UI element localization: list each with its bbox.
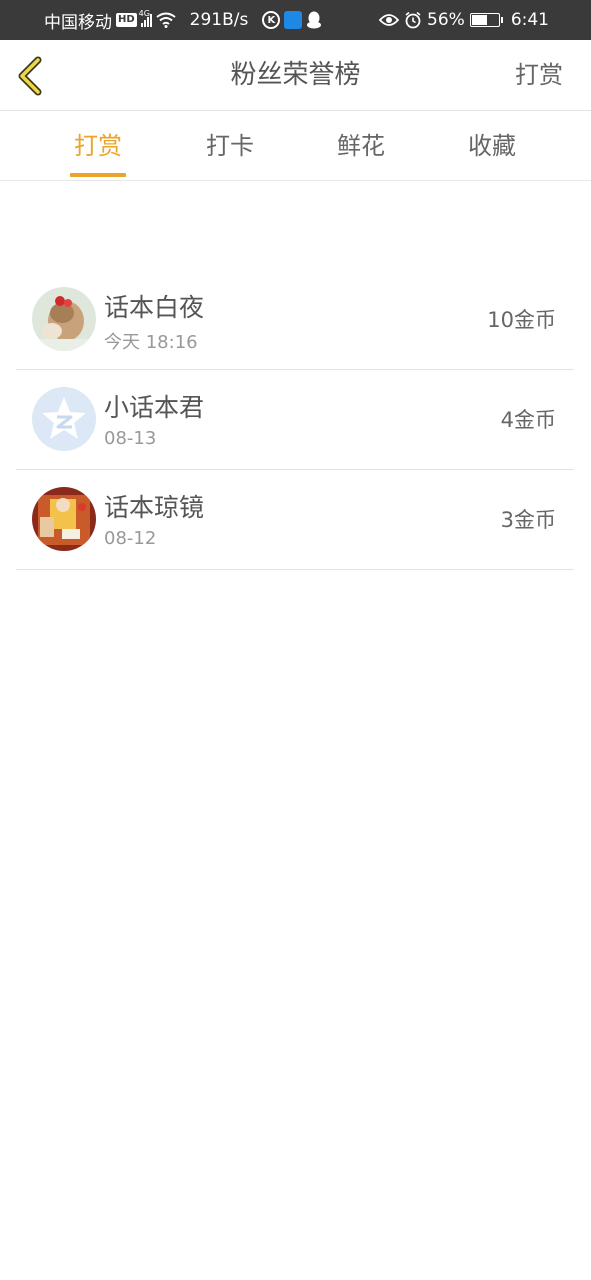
wifi-icon [156, 12, 176, 28]
k-app-icon: K [262, 11, 281, 29]
user-name: 话本琼镜 [104, 493, 205, 522]
user-name: 话本白夜 [104, 293, 205, 322]
list-item[interactable]: 话本琼镜 08-12 3金币 [16, 470, 574, 570]
avatar [32, 487, 96, 551]
reward-amount: 3金币 [500, 508, 556, 532]
avatar [32, 387, 96, 451]
battery-icon [469, 13, 503, 27]
reward-amount: 10金币 [487, 308, 556, 332]
top-app-bar: 粉丝荣誉榜 打赏 [0, 40, 591, 111]
reward-time: 08-13 [104, 428, 157, 449]
reward-time: 今天 18:16 [104, 332, 198, 353]
tab-checkin[interactable]: 打卡 [180, 111, 280, 181]
alarm-icon [405, 11, 421, 29]
page-title: 粉丝荣誉榜 [230, 60, 361, 90]
network-type-label: 4G [138, 9, 150, 18]
qq-icon [307, 11, 322, 29]
fan-ranking-list: 话本白夜 今天 18:16 10金币 小话本君 08-13 4金币 话本琼镜 0… [16, 270, 574, 570]
hd-badge: HD [116, 13, 137, 27]
cell-signal-icon: 4G [139, 9, 152, 27]
network-speed: 291B/s [189, 10, 249, 30]
clock: 6:41 [510, 10, 549, 30]
reward-action-button[interactable]: 打赏 [515, 40, 563, 111]
user-avatar-photo-icon [32, 287, 96, 351]
list-item[interactable]: 话本白夜 今天 18:16 10金币 [16, 270, 574, 370]
reward-time: 08-12 [104, 528, 157, 549]
user-name: 小话本君 [104, 393, 205, 422]
tab-favorites[interactable]: 收藏 [442, 111, 542, 181]
status-bar-left: 中国移动 HD 4G 291B/s K [44, 0, 322, 40]
status-bar-right: 56% 6:41 [379, 0, 549, 40]
qq-default-avatar-icon [32, 387, 96, 451]
tab-flowers[interactable]: 鲜花 [311, 111, 411, 181]
reward-amount: 4金币 [500, 408, 556, 432]
illustration-avatar-icon [32, 487, 96, 551]
tab-bar: 打赏 打卡 鲜花 收藏 [0, 111, 591, 181]
list-item[interactable]: 小话本君 08-13 4金币 [16, 370, 574, 470]
app-notification-icon [284, 11, 303, 29]
eye-icon [379, 14, 400, 26]
carrier-label: 中国移动 [44, 12, 112, 33]
battery-percent: 56% [427, 10, 465, 30]
tab-reward[interactable]: 打赏 [48, 111, 148, 181]
status-bar: 中国移动 HD 4G 291B/s K 56% 6:41 [0, 0, 591, 40]
avatar [32, 287, 96, 351]
